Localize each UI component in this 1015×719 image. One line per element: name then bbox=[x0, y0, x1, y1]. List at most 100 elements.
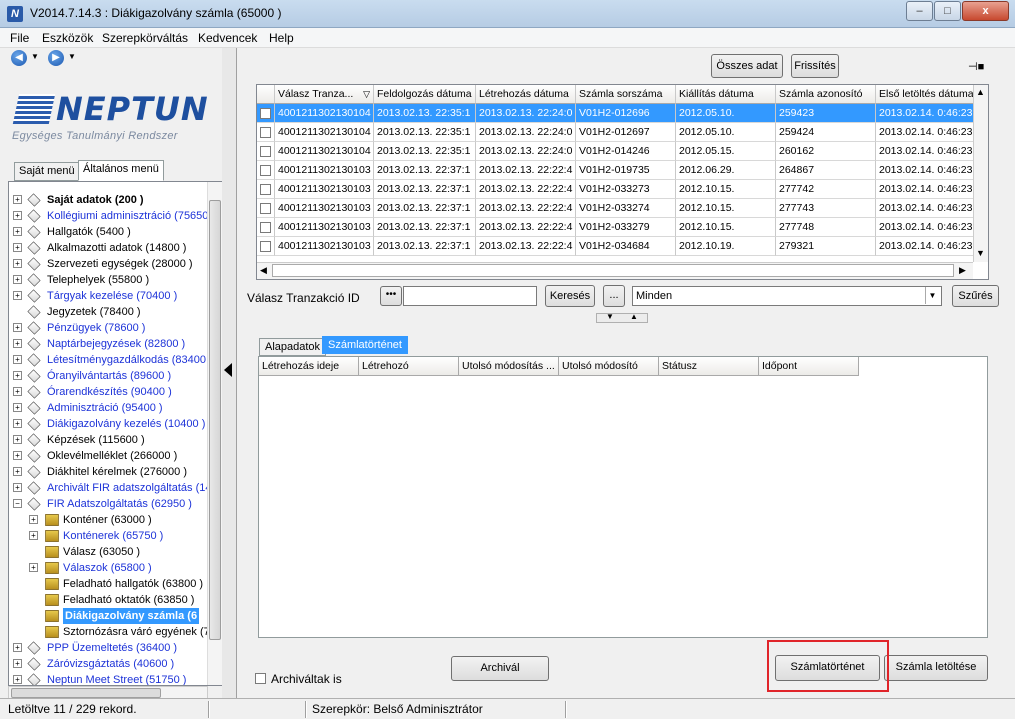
filter-button[interactable]: Szűrés bbox=[952, 285, 999, 307]
forward-dropdown-icon[interactable]: ▼ bbox=[68, 52, 76, 61]
expand-icon[interactable]: + bbox=[13, 195, 22, 204]
row-checkbox[interactable] bbox=[260, 108, 271, 119]
history-column-header[interactable]: Létrehozás ideje bbox=[259, 357, 359, 376]
tab-own-menu[interactable]: Saját menü bbox=[14, 162, 80, 181]
grid-column-header[interactable]: Első letöltés dátuma bbox=[876, 85, 976, 104]
all-data-button[interactable]: Összes adat bbox=[711, 54, 783, 78]
menu-favorites[interactable]: Kedvencek bbox=[198, 31, 257, 45]
history-column-header[interactable]: Utolsó módosító bbox=[559, 357, 659, 376]
download-invoice-button[interactable]: Számla letöltése bbox=[884, 655, 988, 681]
table-cell: 4001211302130103 bbox=[275, 180, 374, 199]
ellipsis-button[interactable]: ... bbox=[603, 285, 625, 307]
expand-icon[interactable]: + bbox=[13, 451, 22, 460]
menu-role-switch[interactable]: Szerepkörváltás bbox=[102, 31, 188, 45]
pin-icon[interactable]: ⊣■ bbox=[968, 60, 984, 73]
table-cell: 2013.02.13. 22:35:1 bbox=[374, 104, 476, 123]
title-bar: N V2014.7.14.3 : Diákigazolvány számla (… bbox=[0, 0, 1015, 28]
expand-icon[interactable]: + bbox=[13, 435, 22, 444]
expand-icon[interactable]: + bbox=[13, 467, 22, 476]
sort-icon[interactable]: ▽ bbox=[363, 85, 370, 103]
forward-arrow-icon[interactable]: ▶ bbox=[48, 50, 64, 66]
table-cell: V01H2-033274 bbox=[576, 199, 676, 218]
expand-icon[interactable]: + bbox=[13, 323, 22, 332]
expand-icon[interactable]: + bbox=[13, 387, 22, 396]
expand-icon[interactable]: + bbox=[13, 419, 22, 428]
scroll-right-icon[interactable]: ▶ bbox=[959, 265, 966, 276]
column-header-label: Kiállítás dátuma bbox=[679, 88, 754, 100]
tab-general-menu[interactable]: Általános menü bbox=[78, 160, 164, 181]
collapse-left-icon[interactable] bbox=[224, 363, 232, 377]
table-cell: 2013.02.13. 22:22:4 bbox=[476, 237, 576, 256]
archived-checkbox[interactable] bbox=[255, 673, 266, 684]
expand-up-icon[interactable]: ▲ bbox=[630, 312, 638, 321]
grid-column-header[interactable]: Számla azonosító bbox=[776, 85, 876, 104]
tree-scroll-thumb[interactable] bbox=[209, 200, 221, 640]
table-cell: 4001211302130103 bbox=[275, 161, 374, 180]
history-column-header[interactable]: Létrehozó bbox=[359, 357, 459, 376]
tab-basic-data[interactable]: Alapadatok bbox=[259, 338, 327, 356]
transaction-id-input[interactable] bbox=[403, 286, 537, 306]
dots-button[interactable]: ••• bbox=[380, 286, 402, 306]
scroll-down-icon[interactable]: ▼ bbox=[976, 248, 985, 258]
expand-icon[interactable]: + bbox=[29, 515, 38, 524]
expand-icon[interactable]: − bbox=[13, 499, 22, 508]
grid-column-header[interactable]: Számla sorszáma bbox=[576, 85, 676, 104]
menu-file[interactable]: File bbox=[10, 31, 29, 45]
close-button[interactable]: x bbox=[962, 1, 1009, 21]
search-button[interactable]: Keresés bbox=[545, 285, 595, 307]
maximize-button[interactable]: □ bbox=[934, 1, 961, 21]
folder-icon bbox=[45, 626, 59, 638]
menu-help[interactable]: Help bbox=[269, 31, 294, 45]
expand-icon[interactable]: + bbox=[13, 243, 22, 252]
expand-icon[interactable]: + bbox=[13, 675, 22, 684]
column-header-label: Feldolgozás dátuma bbox=[377, 88, 472, 100]
expand-icon[interactable]: + bbox=[13, 227, 22, 236]
row-checkbox[interactable] bbox=[260, 222, 271, 233]
expand-icon[interactable]: + bbox=[13, 643, 22, 652]
table-cell: 2013.02.14. 0:46:23 bbox=[876, 237, 976, 256]
expand-icon[interactable]: + bbox=[13, 355, 22, 364]
minimize-button[interactable]: – bbox=[906, 1, 933, 21]
menu-tools[interactable]: Eszközök bbox=[42, 31, 93, 45]
filter-label: Válasz Tranzakció ID bbox=[247, 291, 360, 305]
grid-column-header[interactable]: Kiállítás dátuma bbox=[676, 85, 776, 104]
row-checkbox[interactable] bbox=[260, 127, 271, 138]
grid-column-header[interactable]: Létrehozás dátuma bbox=[476, 85, 576, 104]
scroll-up-icon[interactable]: ▲ bbox=[976, 87, 985, 97]
expand-icon[interactable]: + bbox=[13, 483, 22, 492]
refresh-button[interactable]: Frissítés bbox=[791, 54, 839, 78]
expand-icon[interactable]: + bbox=[13, 403, 22, 412]
expand-icon[interactable]: + bbox=[13, 211, 22, 220]
tree-vertical-scrollbar[interactable] bbox=[207, 182, 222, 685]
grid-vertical-scrollbar[interactable]: ▲ ▼ bbox=[973, 85, 988, 262]
back-dropdown-icon[interactable]: ▼ bbox=[31, 52, 39, 61]
chevron-down-icon[interactable]: ▼ bbox=[925, 287, 939, 304]
grid-column-header[interactable]: Feldolgozás dátuma bbox=[374, 85, 476, 104]
scroll-left-icon[interactable]: ◀ bbox=[260, 265, 267, 276]
expand-down-icon[interactable]: ▼ bbox=[606, 312, 614, 321]
grid-column-header[interactable]: Válasz Tranza... ▽ bbox=[275, 85, 374, 104]
history-column-header[interactable]: Státusz bbox=[659, 357, 759, 376]
expand-icon[interactable]: + bbox=[13, 291, 22, 300]
row-checkbox[interactable] bbox=[260, 165, 271, 176]
history-column-header[interactable]: Utolsó módosítás ... bbox=[459, 357, 559, 376]
expand-icon[interactable]: + bbox=[13, 339, 22, 348]
tab-invoice-history[interactable]: Számlatörténet bbox=[322, 336, 408, 354]
history-column-header[interactable]: Időpont bbox=[759, 357, 859, 376]
row-checkbox[interactable] bbox=[260, 241, 271, 252]
row-checkbox[interactable] bbox=[260, 146, 271, 157]
expand-icon[interactable]: + bbox=[13, 259, 22, 268]
panel-splitter[interactable] bbox=[222, 48, 236, 698]
filter-dropdown[interactable]: Minden ▼ bbox=[632, 286, 942, 306]
grid-horizontal-scrollbar[interactable]: ◀ ▶ bbox=[257, 262, 973, 279]
back-arrow-icon[interactable]: ◀ bbox=[11, 50, 27, 66]
archive-button[interactable]: Archivál bbox=[451, 656, 549, 681]
expand-icon[interactable]: + bbox=[29, 563, 38, 572]
row-checkbox[interactable] bbox=[260, 184, 271, 195]
expand-icon[interactable]: + bbox=[13, 659, 22, 668]
row-checkbox[interactable] bbox=[260, 203, 271, 214]
expand-icon[interactable]: + bbox=[29, 531, 38, 540]
expand-icon[interactable]: + bbox=[13, 371, 22, 380]
expand-icon[interactable]: + bbox=[13, 275, 22, 284]
horizontal-splitter[interactable]: ▼ ▲ bbox=[596, 312, 648, 323]
